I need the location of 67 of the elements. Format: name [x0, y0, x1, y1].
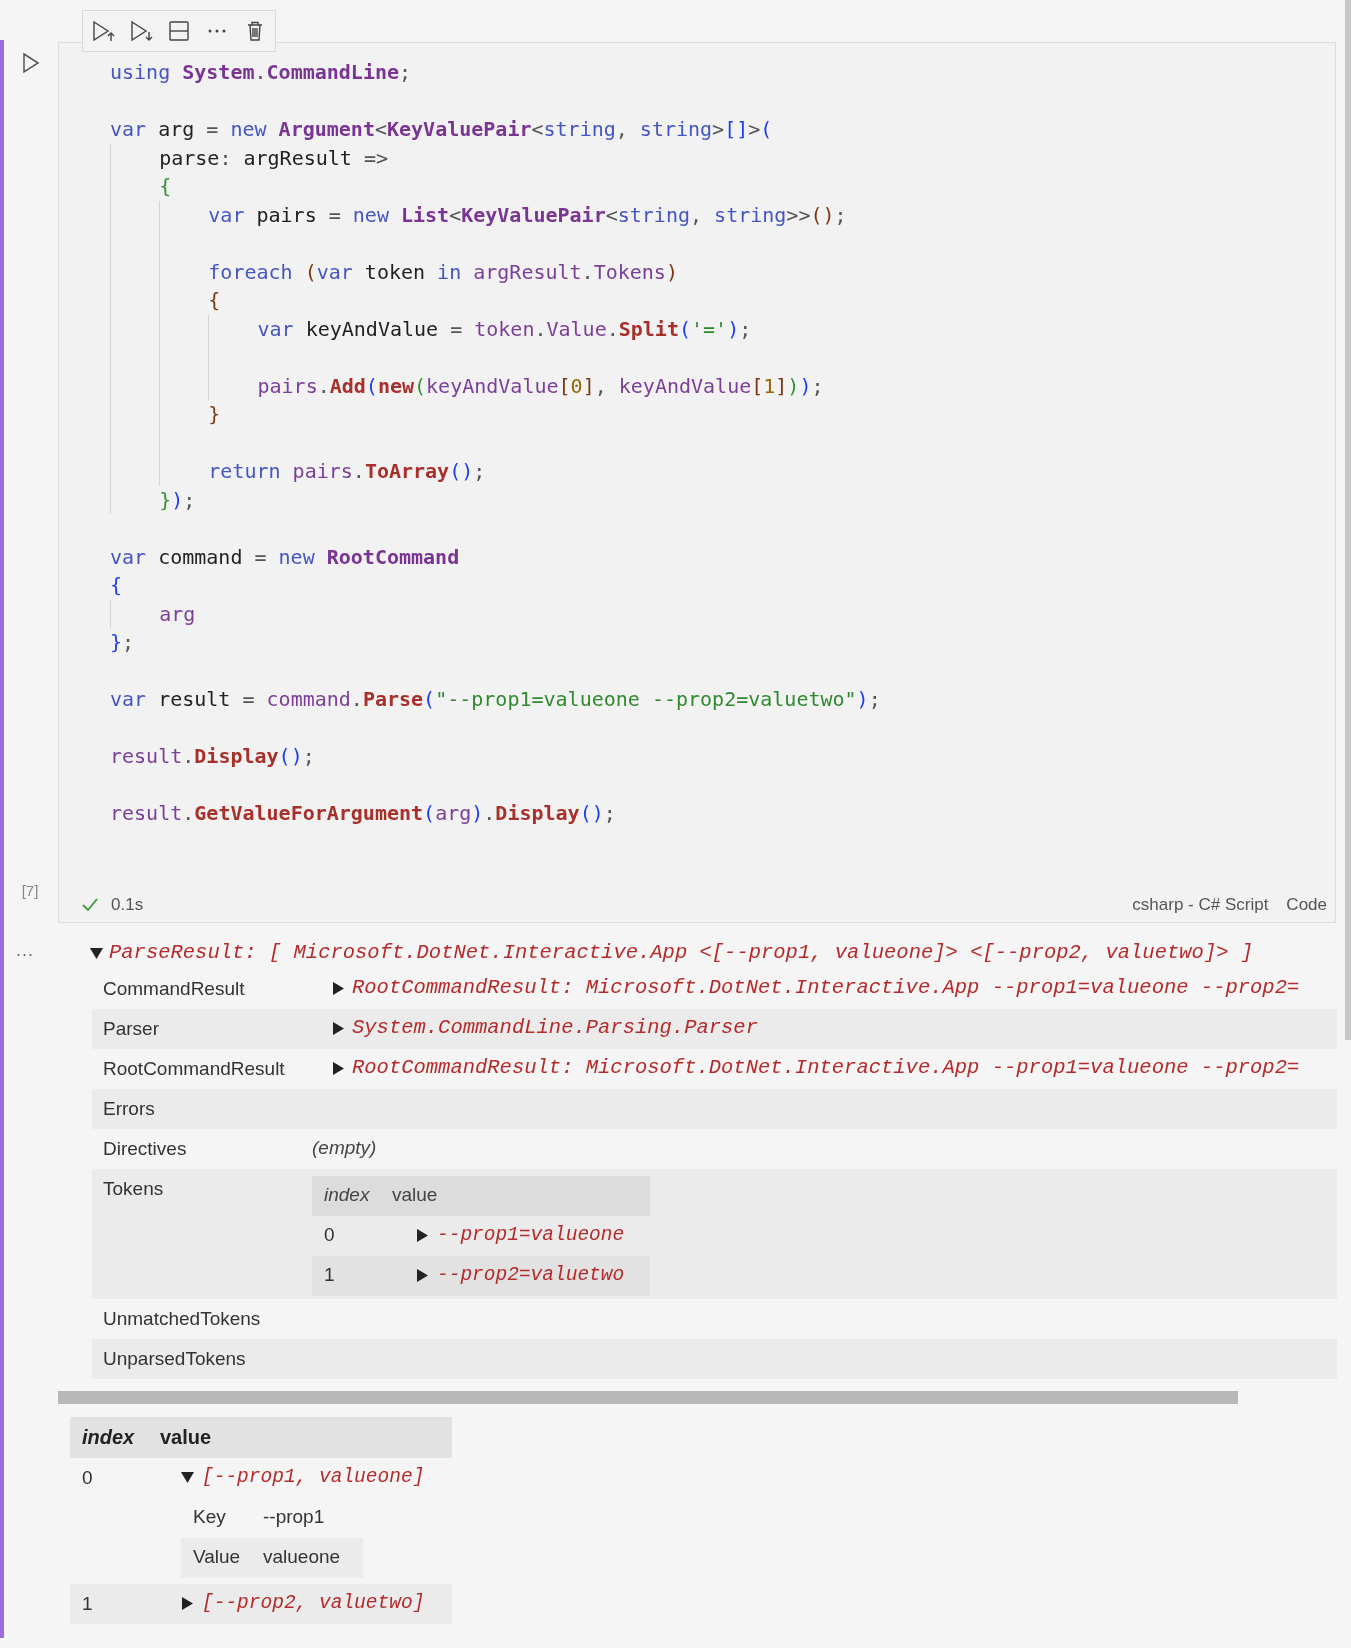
property-name: CommandResult [102, 976, 246, 1001]
object-value: RootCommandResult: Microsoft.DotNet.Interactive.App --prop1=valueone --prop2= [352, 975, 1300, 1002]
expand-arrow-icon[interactable] [181, 1597, 194, 1610]
code-line: using System.CommandLine; [110, 59, 413, 86]
split-cell-icon[interactable] [167, 19, 191, 43]
index-cell-text: 1 [323, 1263, 336, 1288]
column-header: index [323, 1183, 371, 1208]
field-value: valueone [263, 1545, 341, 1570]
kernel-language[interactable]: csharp - C# Script [1132, 891, 1269, 918]
property-name: Parser [102, 1016, 160, 1041]
run-above-icon[interactable] [91, 19, 115, 43]
scrollbar[interactable] [1345, 0, 1351, 1040]
expand-arrow-icon[interactable] [332, 1062, 345, 1075]
property-name: Tokens [102, 1176, 165, 1201]
property-name: UnmatchedTokens [102, 1306, 262, 1331]
object-value: RootCommandResult: Microsoft.DotNet.Interactive.App --prop1=valueone --prop2= [352, 1055, 1300, 1082]
code-line: } [208, 401, 222, 428]
collapse-arrow-icon[interactable] [181, 1471, 194, 1484]
token-value: --prop2=valuetwo [437, 1262, 625, 1288]
column-header: index [81, 1425, 136, 1450]
pair-value: [--prop1, valueone] [202, 1464, 425, 1490]
code-line: var result = command.Parse("--prop1=valueone --prop2=valuetwo"); [110, 686, 882, 713]
field-name: Key [192, 1505, 227, 1530]
execution-time: 0.1s [111, 893, 144, 916]
index-cell-text: 0 [323, 1223, 336, 1248]
run-below-icon[interactable] [129, 19, 153, 43]
expand-arrow-icon[interactable] [332, 1022, 345, 1035]
code-line: { [159, 173, 173, 200]
code-line: }); [159, 486, 197, 514]
code-line: foreach (var token in argResult.Tokens) [208, 258, 679, 286]
code-line: var pairs = new List<KeyValuePair<string, string>>(); [208, 201, 848, 229]
code-line: result.Display(); [110, 743, 316, 770]
horizontal-scrollbar[interactable] [58, 1390, 1238, 1404]
code-line: var keyAndValue = token.Value.Split('='); [257, 315, 753, 343]
code-line: return pairs.ToArray(); [208, 458, 487, 485]
empty-value: (empty) [311, 1136, 377, 1161]
expand-arrow-icon[interactable] [332, 982, 345, 995]
index-cell-text: 0 [81, 1465, 94, 1490]
column-header: value [160, 1425, 212, 1450]
column-header: value [391, 1183, 438, 1208]
object-value: System.CommandLine.Parsing.Parser [352, 1015, 758, 1042]
code-line: { [208, 287, 222, 314]
expand-arrow-icon[interactable] [416, 1229, 429, 1242]
field-value: --prop1 [263, 1505, 325, 1530]
run-icon[interactable] [22, 52, 40, 74]
token-value: --prop1=valueone [437, 1222, 625, 1248]
property-name: UnparsedTokens [102, 1346, 247, 1371]
expand-arrow-icon[interactable] [416, 1269, 429, 1282]
code-line: arg [159, 600, 197, 628]
property-name: Errors [102, 1096, 156, 1121]
property-name: RootCommandResult [102, 1056, 286, 1081]
code-line: }; [110, 629, 136, 656]
code-line: var command = new RootCommand [110, 543, 461, 571]
collapse-arrow-icon[interactable] [90, 947, 103, 960]
index-cell-text: 1 [81, 1591, 94, 1616]
code-line: var arg = new Argument<KeyValuePair<string, string>[]>( [110, 116, 774, 143]
code-line: { [110, 572, 124, 599]
output-more-icon[interactable]: ... [16, 936, 34, 964]
pair-value: [--prop2, valuetwo] [202, 1590, 425, 1616]
code-line: pairs.Add(new(keyAndValue[0], keyAndValue[1])); [257, 372, 825, 400]
code-line: result.GetValueForArgument(arg).Display(); [110, 800, 617, 827]
cell-type-label[interactable]: Code [1286, 891, 1327, 918]
execution-count: [7] [21, 881, 39, 901]
property-name: Directives [102, 1136, 188, 1161]
code-line: parse: argResult => [159, 144, 389, 172]
object-summary: ParseResult: [ Microsoft.DotNet.Interactive.App <[--prop1, valueone]> <[--prop2, valuetwo]> ] [109, 940, 1254, 967]
field-name: Value [192, 1545, 242, 1570]
